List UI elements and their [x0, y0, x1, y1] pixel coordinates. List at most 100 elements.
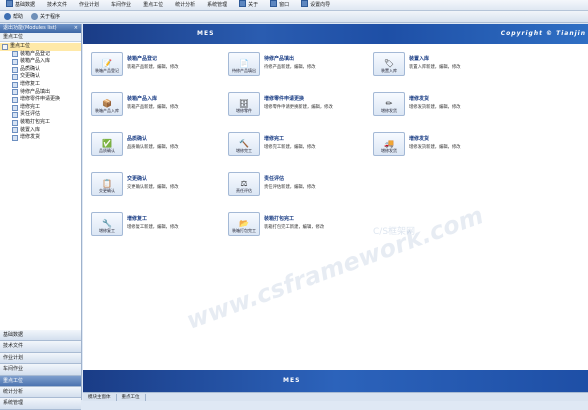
tree-item[interactable]: 装箱产品入库	[0, 58, 81, 66]
module-tree: 重点工位 装箱产品登记 装箱产品入库 品质确认 交更确认 增修复工 待修产品填出…	[0, 42, 81, 142]
module-card[interactable]: ✏ 增修发货 增修发货 增修发货新建，编辑，修改	[373, 92, 461, 116]
close-icon[interactable]: ×	[74, 24, 78, 33]
module-card[interactable]: 📦 装箱产品入库 装箱产品入库 装箱产品新建，编辑，修改	[91, 92, 179, 116]
card-desc: 责任评估新建，编辑，修改	[264, 185, 316, 190]
card-title[interactable]: 增修完工	[264, 135, 316, 142]
tree-item[interactable]: 增修复工	[0, 81, 81, 89]
about-program-button[interactable]: 关于程序	[31, 13, 60, 20]
tree-item[interactable]: 品质确认	[0, 66, 81, 74]
module-icon-button[interactable]: 🚚 增修发货	[373, 132, 405, 156]
category-key-station[interactable]: 重点工位	[0, 375, 81, 387]
card-title[interactable]: 装箱打包完工	[264, 215, 324, 222]
info-icon	[31, 13, 39, 20]
change-confirm-icon: 📋	[102, 179, 112, 188]
module-icon-button[interactable]: 🗄 增修零件	[228, 92, 260, 116]
module-icon-button[interactable]: 📝 装箱产品登记	[91, 52, 123, 76]
repair-icon: 🔧	[102, 219, 112, 228]
card-title[interactable]: 责任评估	[264, 175, 316, 182]
menubar: 基础数据 技术文件 作业计划 车间作业 重点工位 统计分析 系统管理 关于 窗口…	[0, 0, 588, 11]
module-card[interactable]: 📝 装箱产品登记 装箱产品登记 装箱产品新建，编辑，修改	[91, 52, 179, 76]
menu-tech-files[interactable]: 技术文件	[41, 0, 73, 10]
card-desc: 交更确认新建，编辑，修改	[127, 185, 179, 190]
tree-item[interactable]: 装箱打包完工	[0, 119, 81, 127]
module-icon-button[interactable]: 🔨 增修完工	[228, 132, 260, 156]
module-icon-button[interactable]: ✅ 品质确认	[91, 132, 123, 156]
banner-logo: MES	[197, 30, 215, 37]
module-card[interactable]: 📂 装箱打包完工 装箱打包完工 装箱打包完工新建，编辑，修改	[228, 212, 324, 236]
module-grid: 📝 装箱产品登记 装箱产品登记 装箱产品新建，编辑，修改 📦 装箱产品入库 装箱产品入…	[83, 46, 588, 368]
menu-basic-data[interactable]: 基础数据	[0, 0, 41, 10]
menu-window[interactable]: 窗口	[264, 0, 295, 10]
module-card[interactable]: 🏷 装置入库 装置入库 装置入库新建，编辑，修改	[373, 52, 461, 76]
delivery-icon: 🚚	[384, 139, 394, 148]
card-title[interactable]: 增修发货	[409, 95, 461, 102]
module-icon	[12, 66, 18, 73]
module-card[interactable]: 🗄 增修零件 增修零件申请更换 增修零件申请更换新建，编辑，修改	[228, 92, 333, 116]
module-icon	[12, 127, 18, 134]
card-title[interactable]: 增修发货	[409, 135, 461, 142]
module-icon	[12, 119, 18, 126]
tree-item[interactable]: 交更确认	[0, 73, 81, 81]
module-icon	[12, 74, 18, 81]
menu-work-plan[interactable]: 作业计划	[73, 0, 105, 10]
module-icon	[12, 112, 18, 119]
module-card[interactable]: 🚚 增修发货 增修发货增修发货新建，编辑，修改	[373, 132, 461, 156]
menu-setup-wizard[interactable]: 设置向导	[295, 0, 336, 10]
help-button[interactable]: 帮助	[4, 13, 23, 20]
card-title[interactable]: 装箱产品登记	[127, 55, 179, 62]
module-icon-button[interactable]: 📋 交更确认	[91, 172, 123, 196]
tools-icon: 🔨	[239, 139, 249, 148]
module-icon	[12, 81, 18, 88]
module-icon	[12, 51, 18, 58]
category-bar: 基础数据 技术文件 作业计划 车间作业 重点工位 统计分析 系统管理	[0, 330, 81, 410]
category-work-plan[interactable]: 作业计划	[0, 352, 81, 365]
sidebar-subtitle: 重点工位	[0, 33, 81, 42]
module-card[interactable]: 🔨 增修完工 增修完工 增修完工新建，编辑，修改	[228, 132, 316, 156]
module-card[interactable]: ✅ 品质确认 品质确认品质确认新建，编辑，修改	[91, 132, 179, 156]
menu-system[interactable]: 系统管理	[201, 0, 233, 10]
menu-about[interactable]: 关于	[233, 0, 264, 10]
module-icon	[12, 104, 18, 111]
category-basic-data[interactable]: 基础数据	[0, 330, 81, 342]
module-card[interactable]: ⚖ 责任评估 责任评估责任评估新建，编辑，修改	[228, 172, 316, 196]
tree-item[interactable]: 增修发货	[0, 134, 81, 142]
status-current-module[interactable]: 重点工位	[117, 393, 146, 401]
module-icon-button[interactable]: ✏ 增修发货	[373, 92, 405, 116]
menu-key-station[interactable]: 重点工位	[137, 0, 169, 10]
document-icon: 📄	[239, 59, 249, 68]
module-card[interactable]: 🔧 增修复工 增修复工 增修复工新建，编辑，修改	[91, 212, 179, 236]
tree-item[interactable]: 增修完工	[0, 104, 81, 112]
card-desc: 增修发货新建，编辑，修改	[409, 145, 461, 150]
module-card[interactable]: 📋 交更确认 交更确认交更确认新建，编辑，修改	[91, 172, 179, 196]
basic-data-icon	[6, 0, 13, 7]
menu-statistics[interactable]: 统计分析	[169, 0, 201, 10]
card-desc: 装箱产品新建，编辑，修改	[127, 105, 179, 110]
tree-item[interactable]: 增修零件申请更换	[0, 96, 81, 104]
card-title[interactable]: 增修零件申请更换	[264, 95, 333, 102]
card-desc: 待修产品新建，编辑，修改	[264, 65, 316, 70]
tree-item[interactable]: 装置入库	[0, 127, 81, 135]
card-title[interactable]: 待修产品填出	[264, 55, 316, 62]
card-title[interactable]: 增修复工	[127, 215, 179, 222]
card-title[interactable]: 交更确认	[127, 175, 179, 182]
module-card[interactable]: 📄 待修产品填出 待修产品填出 待修产品新建，编辑，修改	[228, 52, 316, 76]
category-system[interactable]: 系统管理	[0, 398, 81, 410]
module-icon-button[interactable]: 📄 待修产品填出	[228, 52, 260, 76]
card-title[interactable]: 装置入库	[409, 55, 461, 62]
category-tech-files[interactable]: 技术文件	[0, 341, 81, 353]
module-icon-button[interactable]: 📦 装箱产品入库	[91, 92, 123, 116]
category-workshop[interactable]: 车间作业	[0, 364, 81, 376]
menu-workshop[interactable]: 车间作业	[105, 0, 137, 10]
category-statistics[interactable]: 统计分析	[0, 386, 81, 399]
module-icon-button[interactable]: 🔧 增修复工	[91, 212, 123, 236]
card-title[interactable]: 品质确认	[127, 135, 179, 142]
module-icon-button[interactable]: 🏷 装置入库	[373, 52, 405, 76]
card-title[interactable]: 装箱产品入库	[127, 95, 179, 102]
module-icon-button[interactable]: 📂 装箱打包完工	[228, 212, 260, 236]
module-icon-button[interactable]: ⚖ 责任评估	[228, 172, 260, 196]
card-desc: 品质确认新建，编辑，修改	[127, 145, 179, 150]
status-main-form[interactable]: 模块主窗体	[83, 393, 117, 401]
tree-root[interactable]: 重点工位	[0, 43, 81, 51]
sidebar-title: 退出功能(Modules list) ×	[0, 24, 81, 33]
tree-item[interactable]: 责任评估	[0, 111, 81, 119]
